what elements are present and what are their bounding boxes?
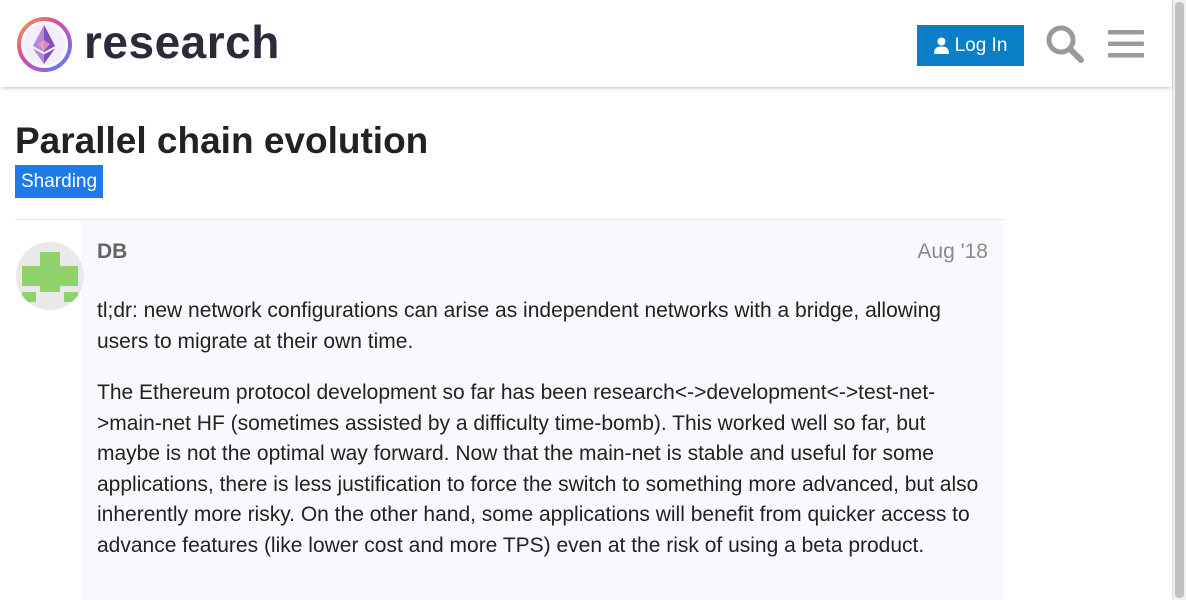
login-button-label: Log In [954, 34, 1008, 56]
hamburger-menu-icon [1108, 30, 1144, 58]
search-button[interactable] [1043, 22, 1087, 66]
identicon-icon [16, 242, 84, 310]
login-button[interactable]: Log In [917, 25, 1024, 66]
avatar[interactable] [16, 242, 84, 310]
hamburger-menu-button[interactable] [1104, 22, 1148, 66]
user-icon [933, 37, 949, 54]
search-icon [1046, 25, 1084, 63]
topic-title[interactable]: Parallel chain evolution [15, 118, 428, 164]
post-username[interactable]: DB [97, 240, 127, 264]
ethereum-logo-icon [17, 17, 72, 72]
post-paragraph: tl;dr: new network configurations can ar… [97, 299, 941, 353]
post-date[interactable]: Aug '18 [880, 240, 988, 264]
post-body: tl;dr: new network configurations can ar… [97, 296, 982, 582]
post-paragraph: The Ethereum protocol development so far… [97, 381, 979, 557]
site-logo[interactable]: research [16, 14, 306, 74]
site-header: research Log In [0, 0, 1172, 87]
scrollbar-thumb[interactable] [1175, 2, 1184, 598]
category-badge[interactable]: Sharding [15, 165, 104, 198]
logo-text: research [84, 16, 280, 68]
page-scrollbar[interactable] [1172, 0, 1186, 600]
